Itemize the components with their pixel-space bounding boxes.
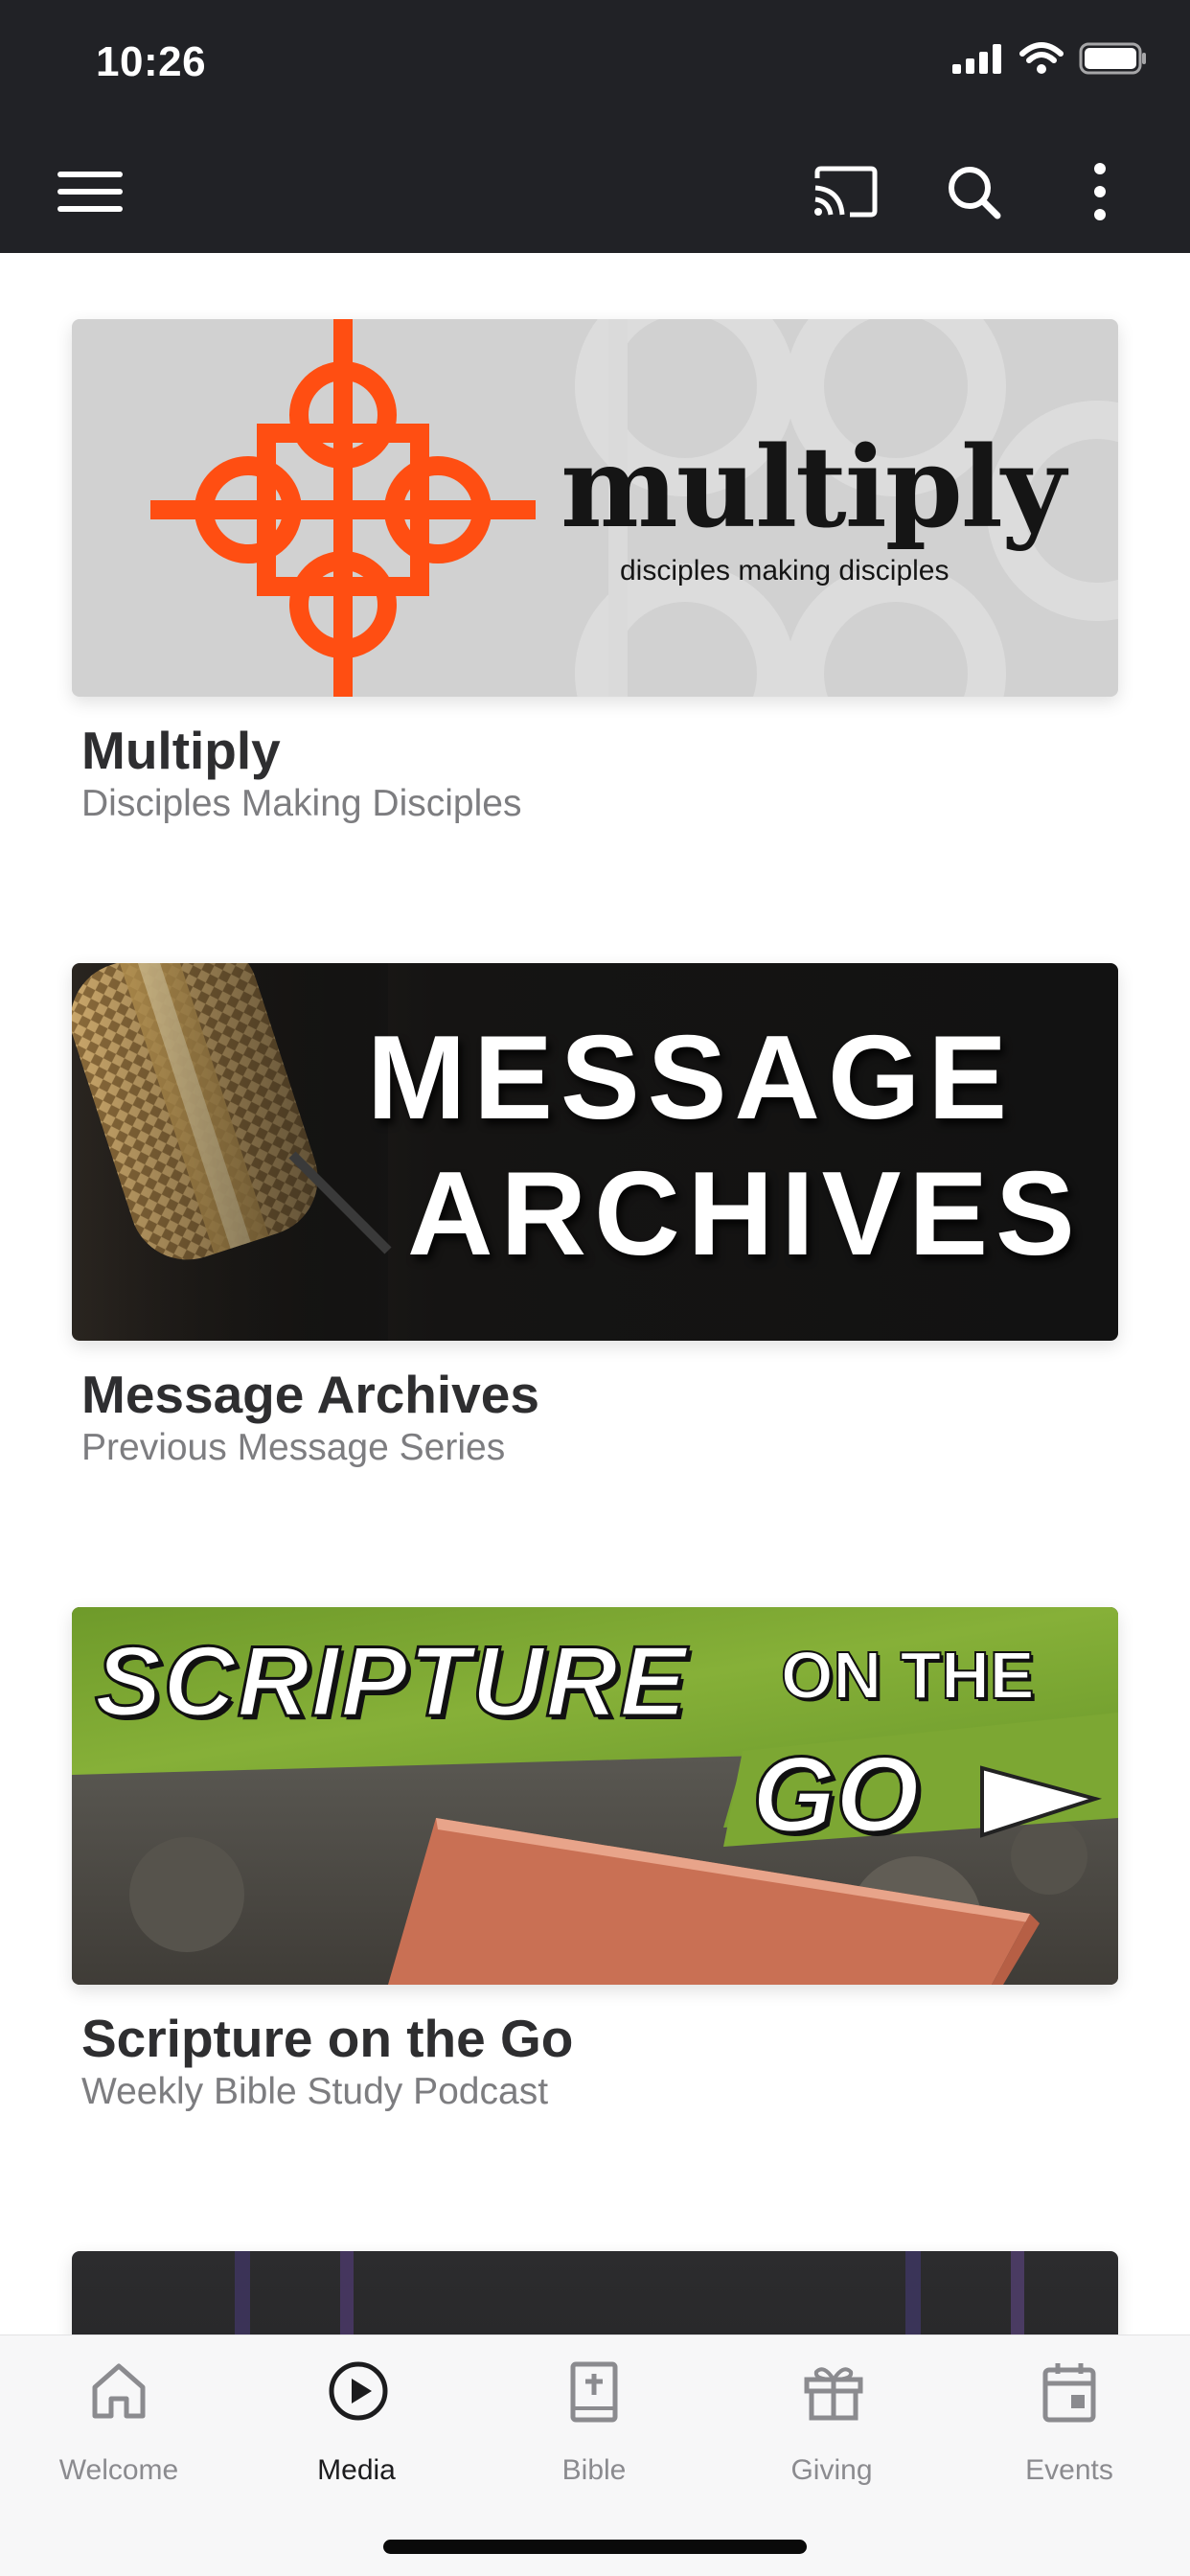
list-item-partial[interactable] — [72, 2251, 1118, 2334]
list-item-multiply[interactable]: multiply disciples making disciples Mult… — [72, 319, 1118, 824]
tab-giving[interactable]: Giving — [713, 2335, 950, 2518]
tab-bible[interactable]: Bible — [475, 2335, 713, 2518]
card-subtitle: Disciples Making Disciples — [81, 783, 522, 824]
tab-label: Events — [1025, 2454, 1113, 2486]
list-item-scripture-on-the-go[interactable]: SCRIPTURE ON THE GO Scripture on the Go … — [72, 1607, 1118, 2112]
card-title: Message Archives — [81, 1365, 539, 1424]
tab-media[interactable]: Media — [238, 2335, 475, 2518]
home-icon — [92, 2363, 146, 2419]
wifi-icon — [1019, 42, 1064, 74]
tab-events[interactable]: Events — [950, 2335, 1188, 2518]
tab-label: Giving — [790, 2454, 873, 2486]
multiply-banner-word: multiply — [561, 423, 1065, 553]
tab-label: Welcome — [58, 2454, 179, 2486]
search-icon[interactable] — [935, 153, 1012, 230]
calendar-icon — [1042, 2363, 1096, 2423]
partial-banner-image — [72, 2251, 1118, 2334]
app-header: 10:26 — [0, 0, 1190, 253]
media-list[interactable]: multiply disciples making disciples Mult… — [0, 253, 1190, 2334]
banner-line-go: GO — [750, 1735, 920, 1854]
multiply-banner-tagline: disciples making disciples — [620, 555, 950, 586]
status-time: 10:26 — [96, 38, 207, 85]
gift-icon — [804, 2367, 863, 2421]
status-indicators — [952, 42, 1148, 75]
multiply-banner-image: multiply disciples making disciples — [72, 319, 1118, 697]
tab-welcome[interactable]: Welcome — [0, 2335, 238, 2518]
card-subtitle: Previous Message Series — [81, 1427, 506, 1468]
banner-line-archives: ARCHIVES — [407, 1148, 1083, 1280]
banner-line-scripture: SCRIPTURE — [94, 1626, 688, 1737]
tab-label: Media — [317, 2454, 396, 2486]
bible-icon — [570, 2361, 618, 2423]
hamburger-menu-icon[interactable] — [52, 153, 128, 230]
signal-icon — [952, 44, 1001, 74]
more-vertical-icon[interactable] — [1062, 153, 1138, 230]
card-title: Multiply — [81, 721, 281, 780]
play-circle-icon — [329, 2361, 388, 2421]
scripture-banner-image: SCRIPTURE ON THE GO — [72, 1607, 1118, 1985]
list-item-message-archives[interactable]: MESSAGE ARCHIVES Message Archives Previo… — [72, 963, 1118, 1468]
tab-label: Bible — [561, 2454, 627, 2486]
card-subtitle: Weekly Bible Study Podcast — [81, 2071, 549, 2112]
battery-icon — [1079, 42, 1146, 75]
message-archives-banner-image: MESSAGE ARCHIVES — [72, 963, 1118, 1341]
cast-icon[interactable] — [807, 153, 883, 230]
home-indicator[interactable] — [383, 2540, 807, 2554]
card-title: Scripture on the Go — [81, 2009, 574, 2068]
banner-line-message: MESSAGE — [367, 1012, 1016, 1144]
banner-line-on-the: ON THE — [780, 1638, 1035, 1713]
